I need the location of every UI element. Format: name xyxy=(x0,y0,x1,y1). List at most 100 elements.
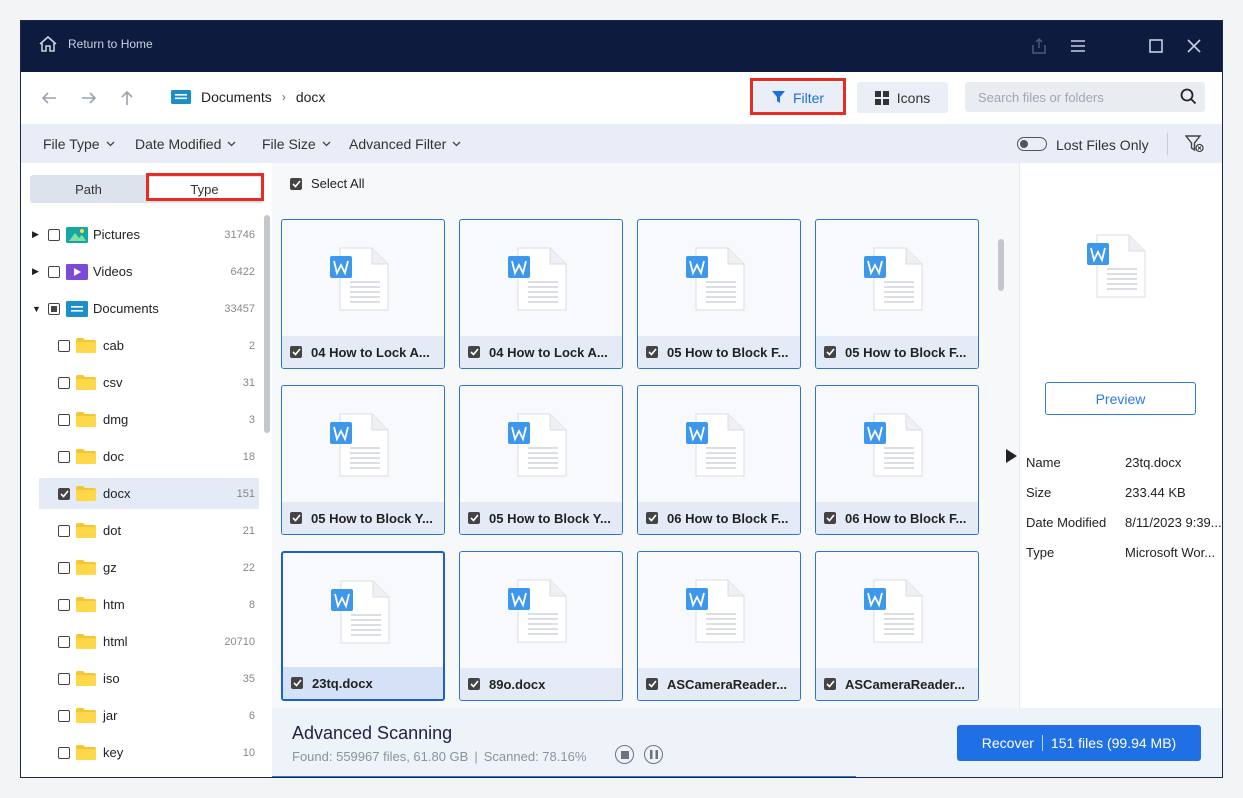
folder-item-dot[interactable]: dot 21 xyxy=(21,515,259,546)
file-checkbox[interactable] xyxy=(290,512,302,524)
folder-item-cab[interactable]: cab 2 xyxy=(21,330,259,361)
file-type-dropdown[interactable]: File Type xyxy=(43,136,115,152)
stop-scan-button[interactable] xyxy=(615,745,634,764)
folder-item-html[interactable]: html 20710 xyxy=(21,626,259,657)
file-checkbox[interactable] xyxy=(468,346,480,358)
checkbox[interactable] xyxy=(58,450,70,463)
file-checkbox[interactable] xyxy=(291,677,303,689)
clear-filter-icon[interactable] xyxy=(1185,134,1205,154)
folder-item-gz[interactable]: gz 22 xyxy=(21,552,259,583)
forward-arrow-icon[interactable] xyxy=(79,88,99,108)
checkbox[interactable] xyxy=(58,339,70,352)
checkbox[interactable] xyxy=(58,524,70,537)
file-tile[interactable]: ASCameraReader... xyxy=(637,551,801,701)
expand-arrow-icon[interactable]: ▶ xyxy=(32,229,39,240)
pictures-icon xyxy=(66,226,88,243)
file-tile[interactable]: 06 How to Block F... xyxy=(815,385,979,535)
file-checkbox[interactable] xyxy=(468,678,480,690)
return-home-button[interactable]: Return to Home xyxy=(38,35,153,53)
file-checkbox[interactable] xyxy=(824,512,836,524)
checkbox[interactable] xyxy=(58,376,70,389)
file-checkbox[interactable] xyxy=(646,346,658,358)
file-tile[interactable]: 04 How to Lock A... xyxy=(281,219,445,369)
maximize-icon[interactable] xyxy=(1145,35,1167,57)
folder-item-iso[interactable]: iso 35 xyxy=(21,663,259,694)
folder-item-jar[interactable]: jar 6 xyxy=(21,700,259,731)
up-arrow-icon[interactable] xyxy=(117,88,137,108)
menu-icon[interactable] xyxy=(1067,35,1089,57)
file-tile[interactable]: 05 How to Block F... xyxy=(637,219,801,369)
file-tile[interactable]: 23tq.docx xyxy=(281,551,445,701)
checkbox[interactable] xyxy=(58,709,70,722)
sidebar-scrollbar[interactable] xyxy=(264,215,270,433)
docx-file-icon xyxy=(686,413,745,477)
folder-item-doc[interactable]: doc 18 xyxy=(21,441,259,472)
preview-button[interactable]: Preview xyxy=(1045,382,1196,415)
file-tile[interactable]: 06 How to Block F... xyxy=(637,385,801,535)
folder-item-csv[interactable]: csv 31 xyxy=(21,367,259,398)
file-checkbox[interactable] xyxy=(646,678,658,690)
checkbox[interactable] xyxy=(58,746,70,759)
file-checkbox[interactable] xyxy=(290,346,302,358)
folder-label: dmg xyxy=(103,412,129,427)
recover-button[interactable]: Recover 151 files (99.94 MB) xyxy=(957,725,1201,761)
file-tile[interactable]: ASCameraReader... xyxy=(815,551,979,701)
checkbox[interactable] xyxy=(58,672,70,685)
tree-item-videos[interactable]: ▶ Videos 6422 xyxy=(21,256,259,287)
collapse-details-arrow-icon[interactable] xyxy=(1006,449,1017,463)
folder-item-htm[interactable]: htm 8 xyxy=(21,589,259,620)
checkbox[interactable] xyxy=(58,487,70,500)
checkbox[interactable] xyxy=(58,598,70,611)
folder-icon xyxy=(76,338,96,353)
select-all-checkbox[interactable] xyxy=(290,177,302,190)
folder-count: 35 xyxy=(242,672,255,685)
file-tile[interactable]: 89o.docx xyxy=(459,551,623,701)
file-tile[interactable]: 05 How to Block Y... xyxy=(459,385,623,535)
checkbox[interactable] xyxy=(48,302,60,315)
checkbox[interactable] xyxy=(48,228,60,241)
lost-files-toggle[interactable] xyxy=(1017,137,1047,151)
file-tile[interactable]: 05 How to Block F... xyxy=(815,219,979,369)
file-type-label: File Type xyxy=(43,136,100,152)
app-window: Return to Home Documents › docx Filter I… xyxy=(20,20,1223,778)
search-icon[interactable] xyxy=(1180,88,1197,105)
tree-item-documents[interactable]: ▼ Documents 33457 xyxy=(21,293,259,324)
tab-path[interactable]: Path xyxy=(30,175,147,203)
share-icon[interactable] xyxy=(1028,35,1050,57)
file-caption: 06 How to Block F... xyxy=(816,502,978,534)
file-tile[interactable]: 04 How to Lock A... xyxy=(459,219,623,369)
folder-item-dmg[interactable]: dmg 3 xyxy=(21,404,259,435)
tree-label: Videos xyxy=(93,264,133,279)
date-modified-dropdown[interactable]: Date Modified xyxy=(135,136,236,152)
documents-icon xyxy=(66,300,88,317)
folder-item-key[interactable]: key 10 xyxy=(21,737,259,768)
breadcrumb-item-docx[interactable]: docx xyxy=(296,89,326,105)
checkbox[interactable] xyxy=(58,413,70,426)
back-arrow-icon[interactable] xyxy=(39,88,59,108)
grid-scrollbar[interactable] xyxy=(998,239,1004,291)
file-checkbox[interactable] xyxy=(824,346,836,358)
folder-item-docx[interactable]: docx 151 xyxy=(39,478,259,509)
file-checkbox[interactable] xyxy=(646,512,658,524)
search-input[interactable] xyxy=(965,82,1175,112)
breadcrumb-item-documents[interactable]: Documents xyxy=(201,89,272,105)
tree-item-pictures[interactable]: ▶ Pictures 31746 xyxy=(21,219,259,250)
advanced-filter-dropdown[interactable]: Advanced Filter xyxy=(349,136,461,152)
checkbox[interactable] xyxy=(48,265,60,278)
view-icons-button[interactable]: Icons xyxy=(857,82,948,113)
close-icon[interactable] xyxy=(1183,35,1205,57)
folder-count: 8 xyxy=(248,598,255,611)
file-size-dropdown[interactable]: File Size xyxy=(262,136,331,152)
checkbox[interactable] xyxy=(58,635,70,648)
file-checkbox[interactable] xyxy=(468,512,480,524)
pause-scan-button[interactable] xyxy=(644,745,663,764)
expand-arrow-icon[interactable]: ▶ xyxy=(32,266,39,277)
advanced-filter-label: Advanced Filter xyxy=(349,136,447,152)
collapse-arrow-icon[interactable]: ▼ xyxy=(32,304,41,314)
file-tile[interactable]: 05 How to Block Y... xyxy=(281,385,445,535)
folder-icon xyxy=(76,560,96,575)
scan-progress-bar xyxy=(272,776,856,777)
checkbox[interactable] xyxy=(58,561,70,574)
select-all[interactable]: Select All xyxy=(290,176,364,191)
file-checkbox[interactable] xyxy=(824,678,836,690)
